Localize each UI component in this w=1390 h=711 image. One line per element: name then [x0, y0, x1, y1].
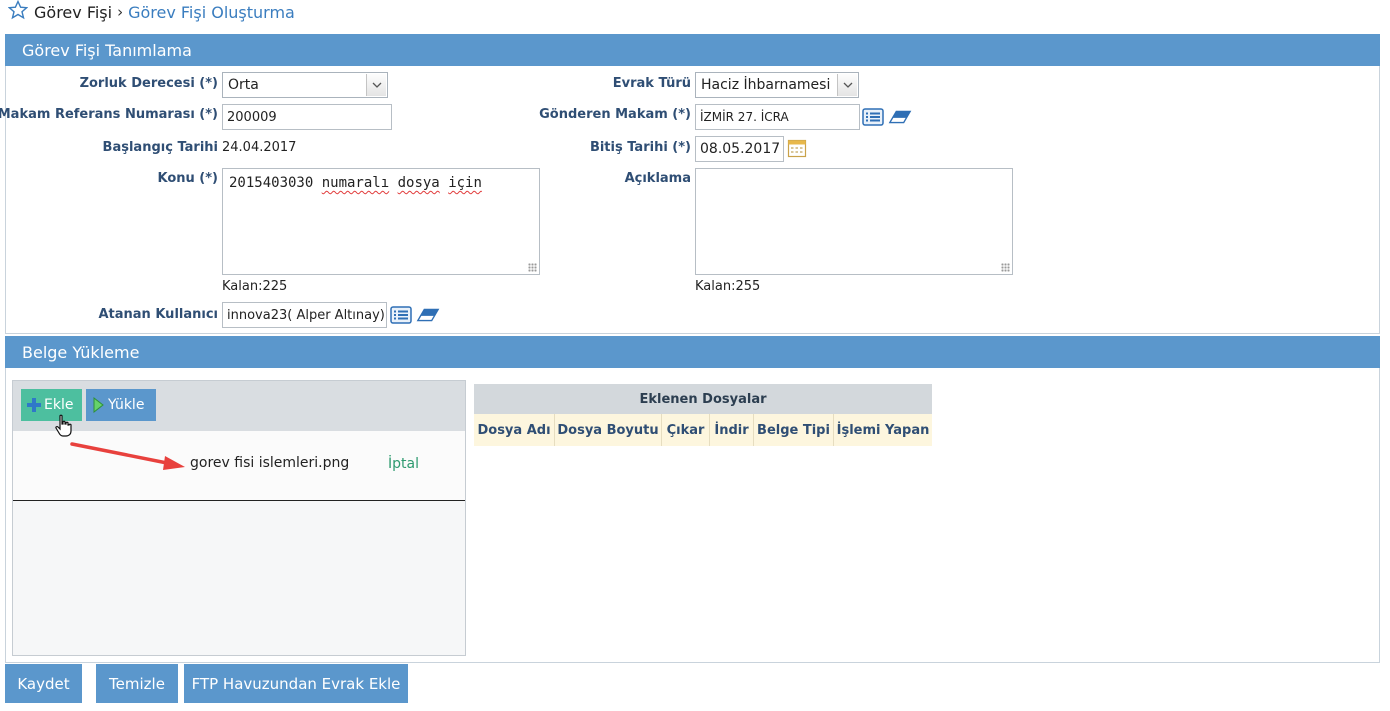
col-file-size: Dosya Boyutu — [555, 414, 662, 446]
form-section-title: Görev Fişi Tanımlama — [22, 40, 192, 60]
assigned-user-value: innova23( Alper Altınay) — [227, 307, 385, 323]
col-doc-type: Belge Tipi — [754, 414, 834, 446]
upload-button-label: Yükle — [108, 397, 145, 413]
chevron-down-icon — [837, 74, 857, 96]
red-arrow-annotation — [68, 438, 188, 476]
resize-grip-icon[interactable] — [1001, 263, 1010, 272]
difficulty-value: Orta — [228, 77, 259, 93]
upload-box: Ekle Yükle gorev fisi islemleri.png İpta… — [12, 380, 466, 656]
subject-label: Konu (*) — [157, 171, 219, 186]
assigned-user-input[interactable]: innova23( Alper Altınay) — [222, 302, 387, 328]
cancel-link[interactable]: İptal — [388, 456, 419, 472]
subject-remaining: Kalan:225 — [222, 279, 288, 294]
subject-word: dosya — [397, 175, 440, 191]
add-button-label: Ekle — [44, 397, 74, 413]
sender-input[interactable]: İZMİR 27. İCRA — [695, 104, 860, 130]
ref-no-label: Makam Referans Numarası (*) — [0, 107, 218, 122]
clear-button[interactable]: Temizle — [96, 664, 178, 703]
star-icon[interactable] — [7, 0, 29, 24]
col-remove: Çıkar — [662, 414, 710, 446]
sender-list-icon[interactable] — [861, 107, 885, 127]
breadcrumb-separator: › — [117, 3, 124, 21]
subject-textarea[interactable]: 2015403030 numaralı dosya için — [222, 168, 540, 275]
sender-eraser-icon[interactable] — [888, 107, 912, 127]
sender-value: İZMİR 27. İCRA — [700, 110, 789, 124]
save-button[interactable]: Kaydet — [5, 664, 82, 703]
start-date-label: Başlangıç Tarihi — [102, 140, 218, 155]
chevron-down-icon — [366, 74, 386, 96]
end-date-value: 08.05.2017 — [700, 141, 781, 157]
difficulty-select[interactable]: Orta — [222, 72, 388, 98]
upload-toolbar: Ekle Yükle — [13, 381, 465, 431]
ftp-add-button[interactable]: FTP Havuzundan Evrak Ekle — [184, 664, 408, 703]
form-section-header: Görev Fişi Tanımlama — [5, 34, 1380, 66]
pending-file-name: gorev fisi islemleri.png — [190, 455, 350, 471]
end-date-label: Bitiş Tarihi (*) — [589, 140, 691, 155]
doc-type-select[interactable]: Haciz İhbarnamesi — [695, 72, 859, 98]
col-download: İndir — [710, 414, 754, 446]
play-icon — [92, 397, 104, 413]
user-list-icon[interactable] — [389, 305, 413, 325]
user-eraser-icon[interactable] — [416, 305, 440, 325]
doc-type-label: Evrak Türü — [612, 76, 691, 91]
ref-no-input[interactable]: 200009 — [222, 104, 392, 130]
upload-button[interactable]: Yükle — [86, 389, 156, 421]
end-date-input[interactable]: 08.05.2017 — [695, 136, 784, 162]
subject-text: 2015403030 — [229, 175, 322, 191]
subject-word: numaralı — [321, 175, 390, 191]
calendar-icon[interactable] — [785, 138, 809, 158]
doc-type-value: Haciz İhbarnamesi — [701, 77, 831, 93]
assigned-user-label: Atanan Kullanıcı — [98, 307, 218, 322]
add-button[interactable]: Ekle — [21, 389, 82, 421]
upload-section-title: Belge Yükleme — [22, 342, 140, 362]
col-file-name: Dosya Adı — [474, 414, 555, 446]
resize-grip-icon[interactable] — [528, 263, 537, 272]
breadcrumb-current: Görev Fişi Oluşturma — [128, 2, 295, 22]
plus-icon — [27, 398, 41, 412]
description-label: Açıklama — [624, 171, 691, 186]
sender-label: Gönderen Makam (*) — [539, 107, 691, 122]
difficulty-label: Zorluk Derecesi (*) — [79, 76, 218, 91]
ref-no-value: 200009 — [227, 109, 277, 125]
col-performed-by: İşlemi Yapan — [836, 422, 930, 438]
description-textarea[interactable] — [695, 168, 1013, 275]
files-table-header: Dosya Adı Dosya Boyutu Çıkar İndir Belge… — [474, 414, 932, 446]
upload-section-header: Belge Yükleme — [5, 336, 1380, 368]
subject-word: için — [448, 175, 482, 191]
breadcrumb: Görev Fişi › Görev Fişi Oluşturma — [7, 0, 295, 24]
breadcrumb-home[interactable]: Görev Fişi — [34, 3, 112, 22]
start-date-value: 24.04.2017 — [222, 140, 297, 155]
files-caption: Eklenen Dosyalar — [474, 384, 932, 414]
subject-space — [389, 175, 397, 191]
description-remaining: Kalan:255 — [695, 279, 761, 294]
